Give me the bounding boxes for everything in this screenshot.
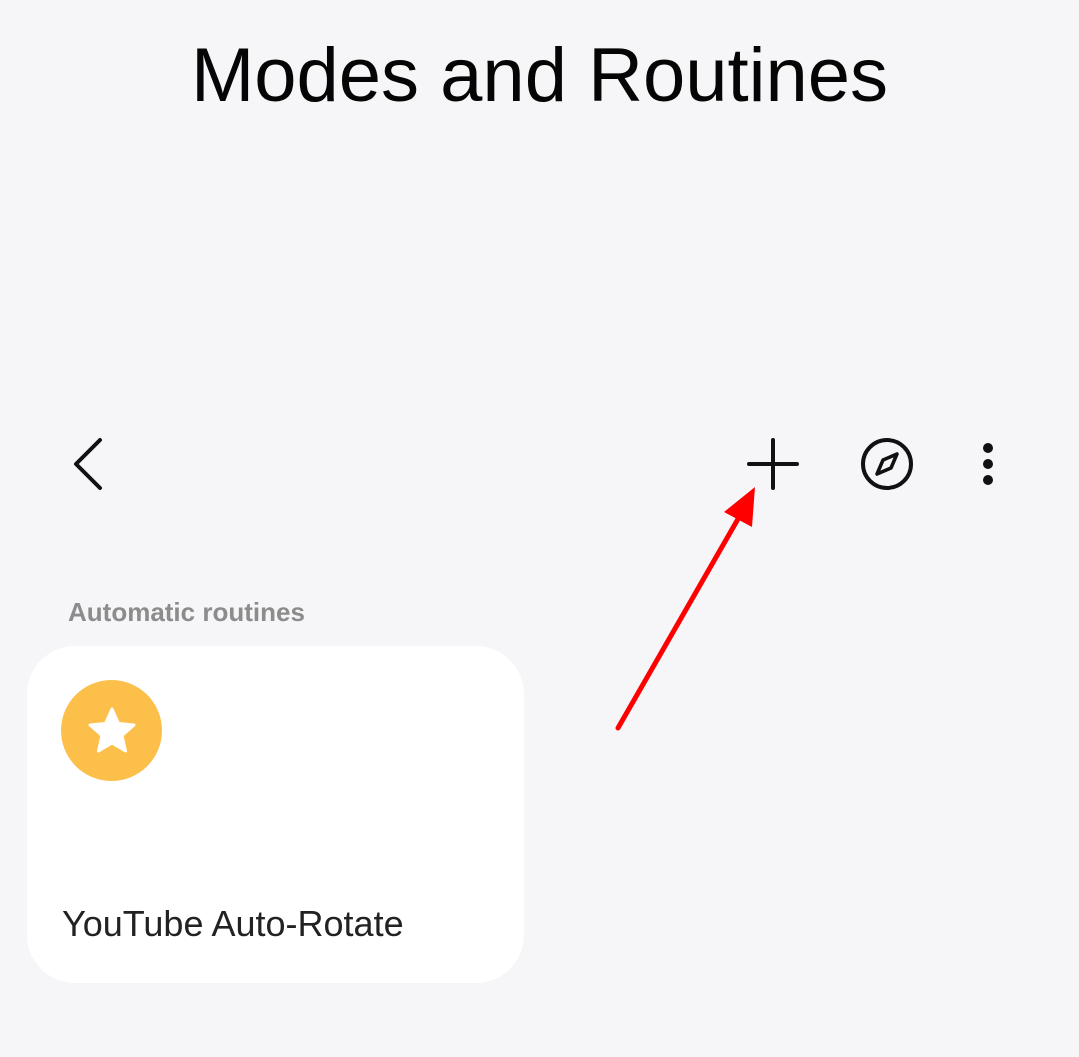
plus-icon <box>747 438 799 490</box>
discover-button[interactable] <box>849 426 925 502</box>
chevron-left-icon <box>74 438 102 490</box>
compass-icon <box>861 438 913 490</box>
routine-card[interactable]: YouTube Auto-Rotate <box>27 646 524 983</box>
toolbar <box>0 426 1079 502</box>
section-label: Automatic routines <box>68 597 305 627</box>
page-title: Modes and Routines <box>190 33 889 118</box>
back-button[interactable] <box>50 426 126 502</box>
more-options-button[interactable] <box>950 426 1026 502</box>
star-icon <box>88 707 135 752</box>
routine-icon <box>61 680 162 781</box>
add-button[interactable] <box>735 426 811 502</box>
routine-name: YouTube Auto-Rotate <box>62 903 404 944</box>
more-vertical-icon <box>983 443 993 485</box>
